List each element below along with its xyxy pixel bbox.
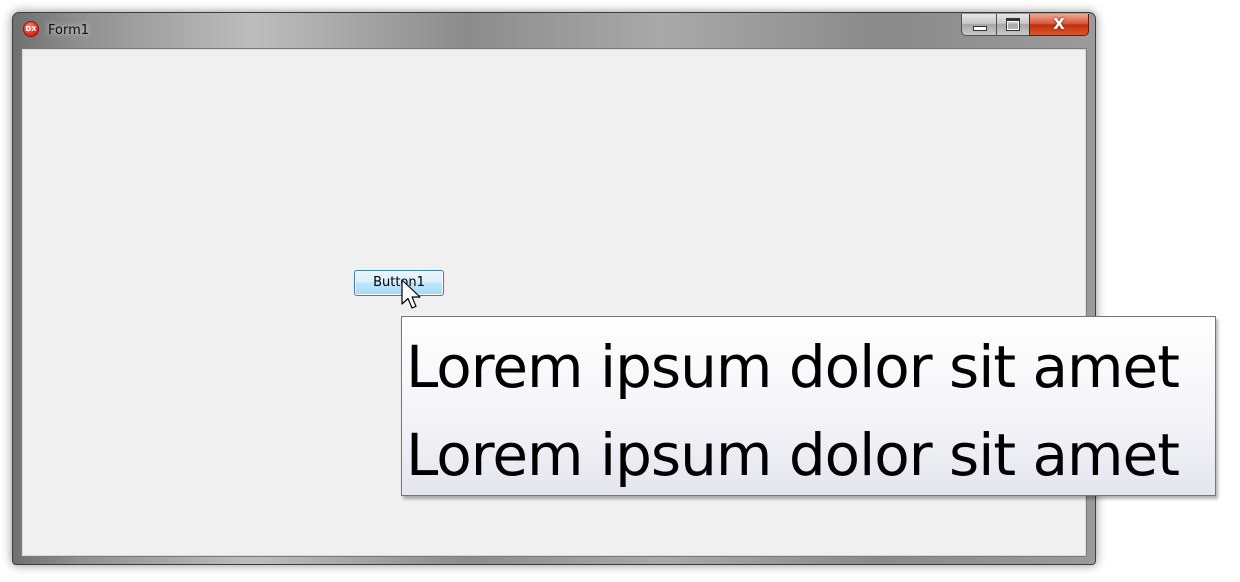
hint-popup: Lorem ipsum dolor sit amet Lorem ipsum d… [401, 316, 1216, 496]
hint-line: Lorem ipsum dolor sit amet [406, 421, 1180, 489]
minimize-icon [973, 26, 987, 31]
maximize-button[interactable] [996, 14, 1029, 36]
maximize-icon [1006, 18, 1020, 31]
window-title: Form1 [48, 23, 90, 38]
title-bar[interactable]: DX Form1 X [13, 13, 1095, 49]
mouse-pointer-icon [401, 279, 421, 309]
minimize-button[interactable] [961, 14, 996, 36]
hint-line: Lorem ipsum dolor sit amet [406, 333, 1180, 401]
close-icon: X [1053, 15, 1065, 33]
caption-buttons: X [961, 14, 1089, 36]
close-button[interactable]: X [1029, 14, 1089, 36]
button1[interactable]: Button1 [354, 270, 444, 296]
app-icon[interactable]: DX [23, 21, 39, 37]
